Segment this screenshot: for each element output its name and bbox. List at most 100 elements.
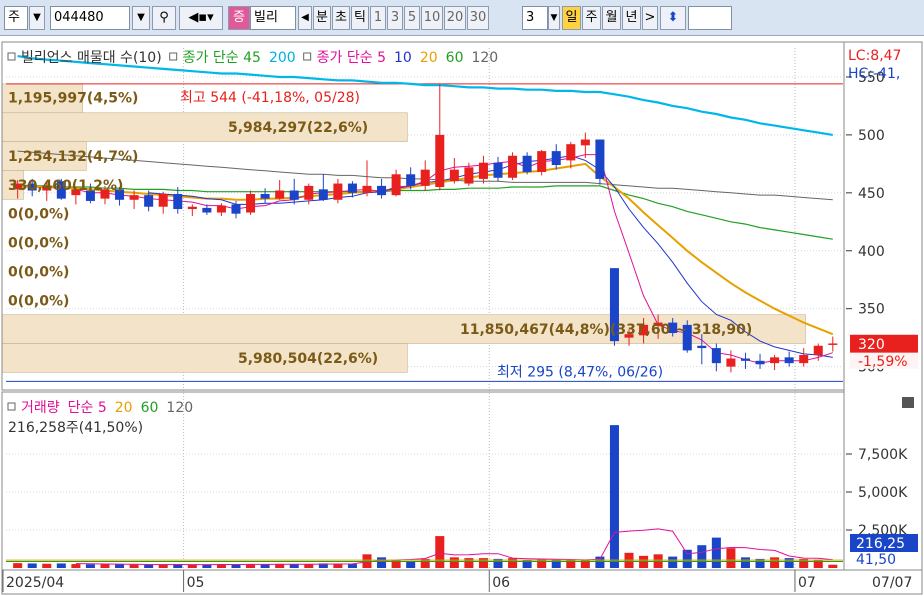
candle-body	[435, 134, 445, 188]
volume-bar	[13, 563, 23, 568]
volume-bar	[129, 564, 139, 568]
volume-bar	[697, 545, 707, 568]
volume-bar	[27, 563, 37, 568]
price-legend-item: 종가 단순 5	[317, 50, 386, 66]
volume-bar	[275, 564, 285, 568]
prev-stock-button[interactable]: ◀	[298, 6, 312, 30]
volume-bar	[347, 564, 357, 568]
chevron-right-icon: >	[644, 10, 656, 25]
volume-bar	[42, 563, 52, 568]
volume-bar	[115, 564, 125, 568]
volume-bar	[740, 557, 750, 568]
candle-body	[813, 345, 823, 356]
candle-body	[289, 190, 299, 200]
price-tick-label: 350	[858, 302, 885, 318]
stock-chart[interactable]: 550500450400350300320-1,59%7,500K5,000K2…	[0, 40, 924, 596]
candle-body	[173, 193, 183, 210]
candle-body	[464, 167, 474, 184]
candle-body	[493, 162, 503, 178]
candle-body	[828, 343, 838, 345]
sound-button[interactable]: ◀▪▾	[179, 6, 223, 30]
volume-bar	[71, 564, 81, 568]
volume-bar	[726, 548, 736, 568]
volume-tick-label: 7,500K	[858, 447, 908, 463]
code-dropdown-button[interactable]: ▼	[132, 6, 150, 30]
price-legend-item: 10	[394, 50, 412, 66]
period-button[interactable]: 10	[421, 6, 443, 30]
volume-bar	[100, 564, 110, 568]
candle-body	[187, 206, 197, 210]
price-legend-item: 120	[471, 50, 498, 66]
period-button[interactable]: 틱	[351, 6, 369, 30]
period-button[interactable]: 초	[332, 6, 350, 30]
search-button[interactable]: ⚲	[152, 6, 176, 30]
candle-body	[784, 357, 794, 364]
candle-body	[449, 169, 459, 182]
next-button[interactable]: >	[642, 6, 658, 30]
period-tab[interactable]: 일	[562, 6, 581, 30]
date-tick-label: 07	[798, 575, 816, 591]
volume-bar	[828, 564, 838, 568]
period-count-input[interactable]: 3	[522, 6, 548, 30]
chevron-down-icon: ▼	[137, 12, 145, 23]
sort-toggle-button[interactable]: ⬍	[660, 6, 686, 30]
volume-tick-label: 5,000K	[858, 485, 908, 501]
market-dropdown-button[interactable]: ▼	[29, 6, 45, 30]
extra-input[interactable]	[688, 6, 732, 30]
candle-body	[304, 185, 314, 200]
current-volume-pct: 41,50	[856, 552, 896, 568]
legend-toggle-icon	[7, 52, 16, 61]
candle-body	[129, 195, 139, 200]
volume-legend-item: 거래량	[21, 400, 60, 416]
date-tick-label: 2025/04	[6, 575, 64, 591]
volume-bar	[187, 564, 197, 568]
period-button[interactable]: 3	[387, 6, 403, 30]
candle-body	[347, 183, 357, 193]
date-tick-label: 05	[187, 575, 205, 591]
price-tick-label: 450	[858, 186, 885, 202]
volume-profile-label: 330,460(1,2%)	[8, 178, 123, 194]
period-count-dropdown[interactable]: ▼	[548, 6, 560, 30]
candle-body	[770, 357, 780, 364]
volume-profile-label: 0(0,0%)	[8, 264, 69, 280]
price-legend-item: 200	[269, 50, 296, 66]
candle-body	[799, 355, 809, 364]
price-tick-label: 400	[858, 244, 885, 260]
candle-body	[697, 345, 707, 349]
period-tab[interactable]: 년	[622, 6, 641, 30]
volume-bar	[813, 559, 823, 568]
volume-bar	[85, 564, 95, 568]
period-tab[interactable]: 월	[602, 6, 621, 30]
stock-code-input[interactable]: 044480	[50, 6, 130, 30]
stock-name-field[interactable]: 빌리	[250, 6, 296, 30]
chevron-down-icon: ▼	[550, 13, 558, 23]
volume-profile-label: 0(0,0%)	[8, 207, 69, 223]
volume-bar	[770, 557, 780, 568]
candle-body	[260, 193, 270, 199]
period-button[interactable]: 1	[370, 6, 386, 30]
volume-bar	[216, 564, 226, 568]
panel-close-icon	[902, 397, 914, 408]
candle-body	[711, 348, 721, 364]
period-button[interactable]: 분	[313, 6, 331, 30]
legend-toggle-icon	[303, 52, 312, 61]
current-pct-label: -1,59%	[858, 354, 908, 370]
period-button[interactable]: 5	[404, 6, 420, 30]
candle-body	[566, 144, 576, 161]
volume-profile-label: 1,195,997(4,5%)	[8, 90, 138, 106]
price-legend-item: 20	[420, 50, 438, 66]
toolbar: 주 ▼ 044480 ▼ ⚲ ◀▪▾ 증 빌리 ◀ 분 초 틱 1 3 5 10 20 30 3…	[0, 0, 924, 36]
volume-profile-label: 1,254,132(4,7%)	[8, 149, 138, 165]
period-button[interactable]: 30	[467, 6, 489, 30]
candle-body	[406, 174, 416, 186]
candle-body	[580, 139, 590, 146]
period-tab[interactable]: 주	[582, 6, 601, 30]
current-price-label: 320	[858, 337, 885, 353]
low-annotation: 최저 295 (8,47%, 06/26)	[497, 364, 663, 380]
volume-profile-label: 5,984,297(22,6%)	[228, 120, 368, 136]
volume-bar	[377, 557, 387, 568]
volume-bar	[289, 564, 299, 568]
period-button[interactable]: 20	[444, 6, 466, 30]
market-select[interactable]: 주	[4, 6, 28, 30]
volume-profile-label: 0(0,0%)	[8, 293, 69, 309]
